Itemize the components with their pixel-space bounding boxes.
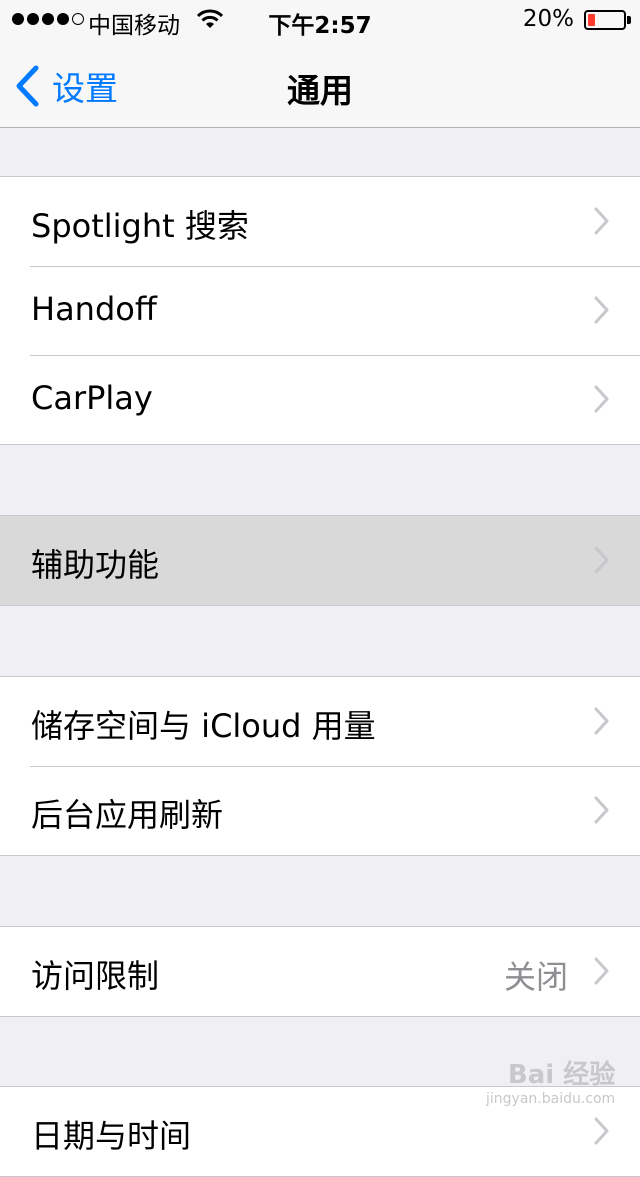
settings-group-1: Spotlight 搜索 Handoff CarPlay [0, 176, 640, 445]
settings-row-storage-icloud[interactable]: 储存空间与 iCloud 用量 [0, 677, 640, 766]
settings-row-carplay[interactable]: CarPlay [0, 355, 640, 444]
chevron-right-icon [594, 207, 609, 235]
watermark-text: Bai 经验 [507, 1060, 616, 1090]
settings-group-2: 辅助功能 [0, 515, 640, 606]
battery-icon [584, 10, 626, 30]
chevron-right-icon [594, 796, 609, 824]
row-label: CarPlay [31, 379, 153, 417]
chevron-right-icon [594, 1117, 609, 1145]
chevron-right-icon [594, 957, 609, 985]
row-label: 后台应用刷新 [31, 796, 224, 834]
settings-group-4: 访问限制 关闭 [0, 926, 640, 1017]
chevron-right-icon [594, 296, 609, 324]
row-label: 辅助功能 [31, 546, 160, 584]
watermark-logo: Bai 经验 jingyan.baidu.com [486, 1062, 615, 1106]
settings-row-spotlight[interactable]: Spotlight 搜索 [0, 177, 640, 266]
row-label: 访问限制 [31, 957, 160, 995]
watermark-url: jingyan.baidu.com [486, 1091, 616, 1107]
settings-row-handoff[interactable]: Handoff [0, 266, 640, 355]
settings-row-background-refresh[interactable]: 后台应用刷新 [0, 766, 640, 855]
status-bar: 中国移动 下午2:57 20% [0, 0, 640, 40]
chevron-right-icon [594, 707, 609, 735]
row-label: Handoff [31, 290, 157, 328]
battery-level-fill [588, 14, 595, 26]
settings-row-restrictions[interactable]: 访问限制 关闭 [0, 927, 640, 1016]
battery-tip [627, 16, 631, 24]
restrictions-status-value: 关闭 [503, 958, 568, 996]
page-title: 通用 [287, 71, 353, 110]
row-label: 日期与时间 [31, 1117, 192, 1155]
row-label: Spotlight 搜索 [31, 207, 249, 245]
settings-group-3: 储存空间与 iCloud 用量 后台应用刷新 [0, 676, 640, 856]
row-label: 储存空间与 iCloud 用量 [31, 707, 376, 745]
chevron-right-icon [594, 385, 609, 413]
settings-row-accessibility[interactable]: 辅助功能 [0, 516, 640, 605]
chevron-right-icon [594, 546, 609, 574]
navigation-bar: 设置 通用 [0, 40, 640, 128]
battery-percentage: 20% [522, 6, 574, 32]
